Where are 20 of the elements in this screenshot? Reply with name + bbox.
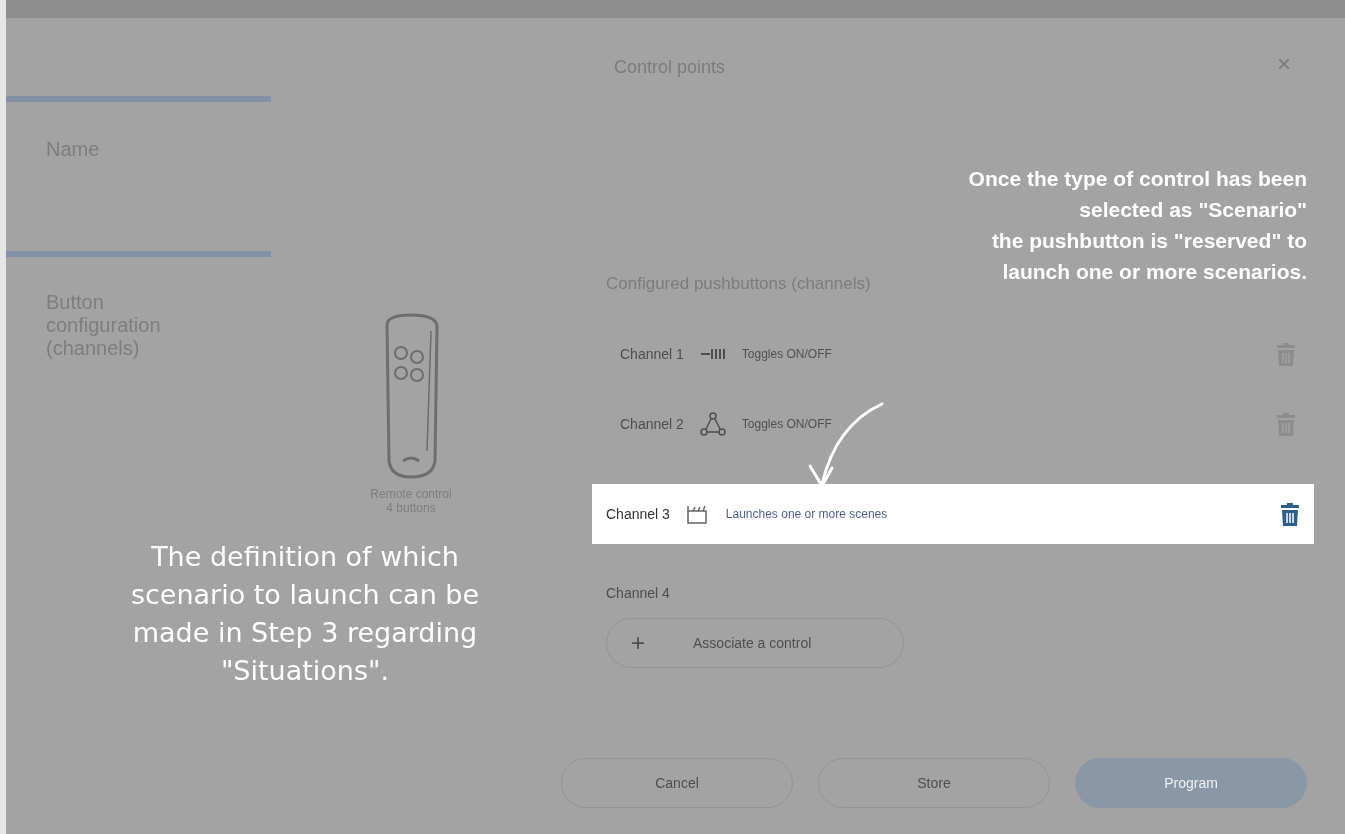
channel-description: Toggles ON/OFF bbox=[741, 417, 833, 431]
channel-label: Channel 4 bbox=[606, 585, 670, 601]
network-icon bbox=[699, 412, 726, 436]
footer-button[interactable]: Cancel bbox=[561, 758, 793, 808]
channel-row[interactable]: Channel 3 Launches one or more scenes bbox=[592, 484, 1314, 544]
footer-button[interactable]: Program bbox=[1075, 758, 1307, 808]
channel-label: Channel 2 bbox=[620, 416, 684, 432]
annotation-text: The definition of which scenario to launch can be made in Step 3 regarding "Situations". bbox=[129, 540, 481, 688]
channel-row[interactable]: Channel 1 Toggles ON/OFF bbox=[606, 324, 1310, 384]
annotation-text: Once the type of control has been selected as "Scenario" the pushbutton is "reserved" to launch one or more scenarios. bbox=[968, 166, 1307, 285]
footer-button[interactable]: Store bbox=[818, 758, 1050, 808]
channel-label: Channel 3 bbox=[606, 506, 670, 522]
channel-description: Launches one or more scenes bbox=[725, 507, 889, 521]
channel-row[interactable]: Channel 2 Toggles ON/OFF bbox=[606, 394, 1310, 454]
clapperboard-icon bbox=[685, 503, 710, 525]
delete-icon[interactable] bbox=[1280, 501, 1300, 527]
dimmer-icon bbox=[699, 347, 726, 361]
associate-control-button[interactable]: + Associate a control bbox=[606, 618, 904, 668]
channel-description: Toggles ON/OFF bbox=[741, 347, 833, 361]
channel-label: Channel 1 bbox=[620, 346, 684, 362]
